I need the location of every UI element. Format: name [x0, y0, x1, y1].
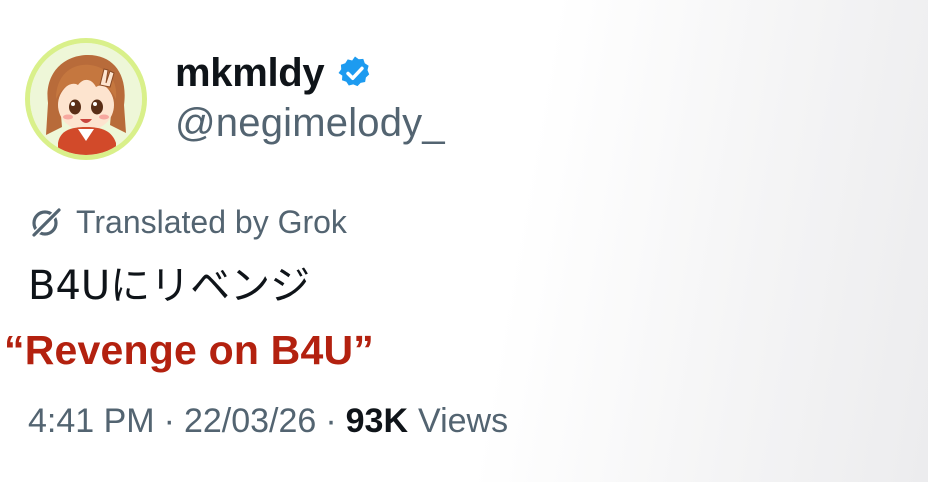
translation-notice-label[interactable]: Translated by Grok: [76, 206, 347, 238]
grok-icon: [28, 204, 64, 240]
post-original-text: B4Uにリベンジ: [28, 263, 311, 309]
tweet-card: mkmldy @negimelody_ Translated by Grok B…: [0, 0, 928, 482]
post-translation-overlay: “Revenge on B4U”: [4, 327, 374, 373]
views-label: Views: [418, 402, 509, 440]
post-date[interactable]: 22/03/26: [184, 404, 316, 438]
verified-badge-icon[interactable]: [336, 54, 374, 92]
author-name-row: mkmldy: [175, 48, 374, 98]
views-count[interactable]: 93K: [346, 404, 408, 438]
display-name[interactable]: mkmldy: [175, 53, 325, 93]
author-handle[interactable]: @negimelody_: [175, 103, 445, 143]
meta-separator: ·: [163, 402, 175, 440]
post-time[interactable]: 4:41 PM: [28, 404, 155, 438]
translation-notice: Translated by Grok: [28, 202, 347, 242]
avatar[interactable]: [25, 38, 147, 160]
post-meta: 4:41 PM · 22/03/26 · 93K Views: [28, 404, 508, 438]
meta-separator: ·: [325, 402, 337, 440]
anime-character-avatar-icon: [30, 43, 142, 155]
